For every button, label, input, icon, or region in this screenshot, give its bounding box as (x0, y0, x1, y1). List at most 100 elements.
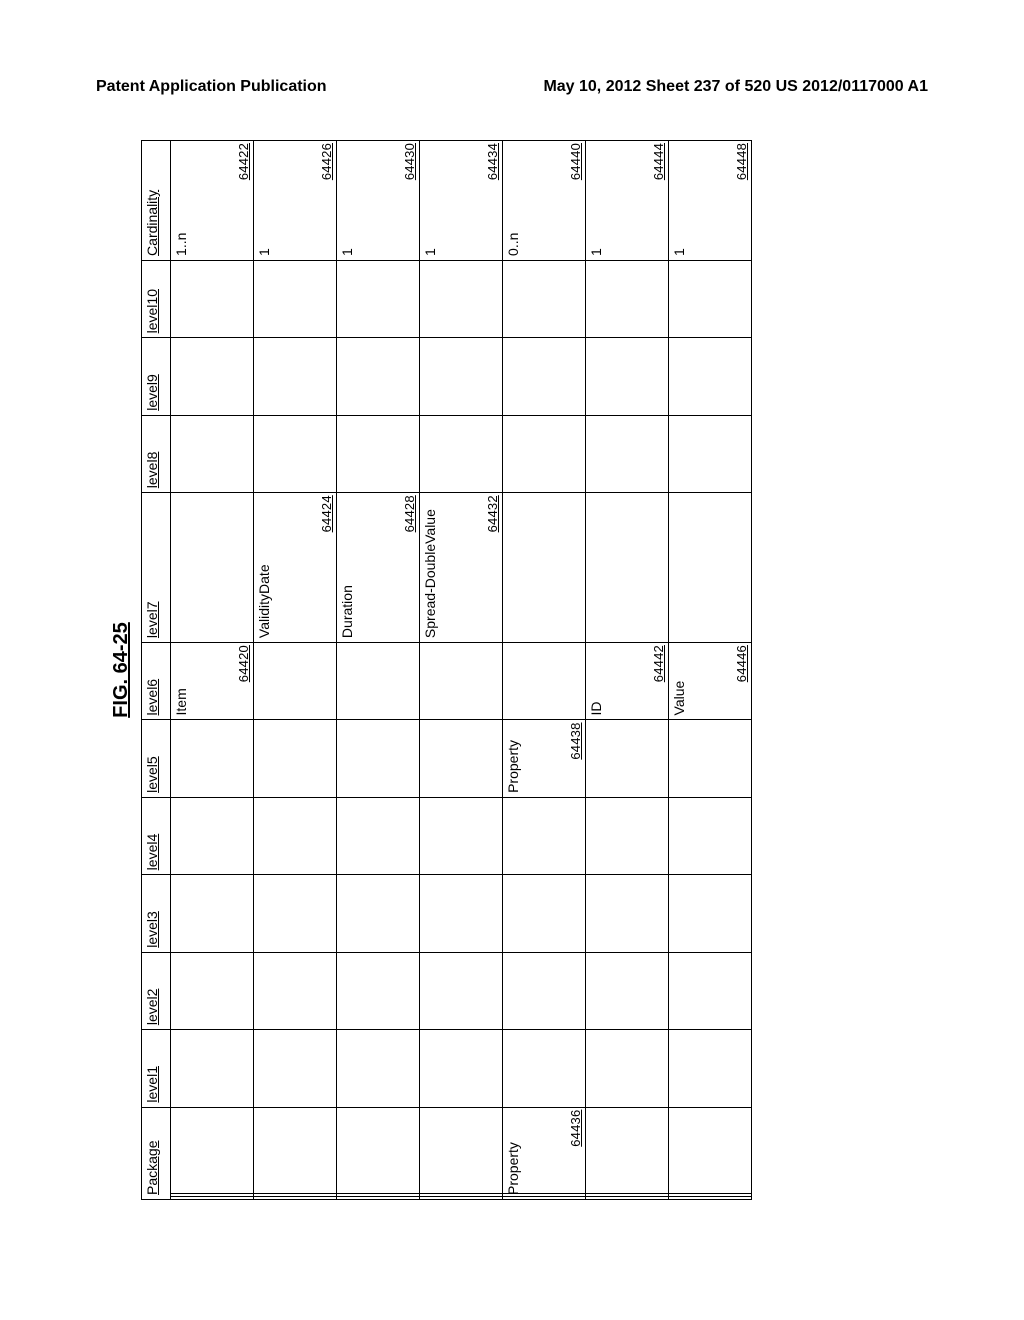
cell-level9 (420, 338, 503, 415)
cell-text: Value (672, 647, 687, 715)
cell-level1 (669, 1030, 752, 1107)
reference-number: 64438 (568, 722, 583, 759)
cell-level8 (669, 415, 752, 492)
cell-level7 (669, 493, 752, 643)
cell-level4 (171, 797, 254, 874)
cell-level2 (337, 952, 420, 1029)
cell-level6 (254, 643, 337, 720)
cell-level1 (586, 1030, 669, 1107)
cell-text: 1 (423, 145, 438, 256)
cell-text: 0..n (506, 145, 521, 256)
table-body: Item 64420 1..n 64422 ValidityDate 64424 1 6442… (171, 141, 752, 1200)
cell-level4 (503, 797, 586, 874)
cell-level3 (586, 875, 669, 952)
col-level9: level9 (142, 338, 171, 415)
col-package: Package (142, 1107, 171, 1199)
cell-level10 (420, 260, 503, 337)
cell-cardinality: 1 64434 (420, 141, 503, 261)
cell-level5 (254, 720, 337, 797)
cell-level7 (586, 493, 669, 643)
cell-level7: Spread-DoubleValue 64432 (420, 493, 503, 643)
cell-level9 (337, 338, 420, 415)
cell-text: 1 (257, 145, 272, 256)
publication-type: Patent Application Publication (96, 78, 327, 96)
table-header-row: Package level1 level2 level3 level4 leve… (142, 141, 171, 1200)
cell-level2 (586, 952, 669, 1029)
cell-package: Property 64436 (503, 1107, 586, 1199)
figure-title: FIG. 64-25 (110, 140, 133, 1200)
reference-number: 64426 (319, 143, 334, 180)
col-level4: level4 (142, 797, 171, 874)
cell-level3 (420, 875, 503, 952)
cell-level6: ID64442 (586, 643, 669, 720)
cell-level2 (254, 952, 337, 1029)
reference-number: 64448 (734, 143, 749, 180)
cell-level5: Property64438 (503, 720, 586, 797)
cell-level5 (586, 720, 669, 797)
cell-cardinality: 1..n 64422 (171, 141, 254, 261)
reference-number: 64446 (734, 645, 749, 682)
cell-level9 (503, 338, 586, 415)
cell-level4 (669, 797, 752, 874)
cell-text: Property (506, 1112, 521, 1195)
cell-text: ValidityDate (257, 497, 272, 638)
cell-level4 (586, 797, 669, 874)
cell-level9 (586, 338, 669, 415)
cell-level6: Item 64420 (171, 643, 254, 720)
cell-text: Duration (340, 497, 355, 638)
hierarchy-table: Package level1 level2 level3 level4 leve… (141, 140, 752, 1200)
cell-level9 (254, 338, 337, 415)
cell-level7 (503, 493, 586, 643)
cell-cardinality: 1 64444 (586, 141, 669, 261)
cell-text: Spread-DoubleValue (423, 497, 438, 638)
col-level8: level8 (142, 415, 171, 492)
col-level10: level10 (142, 260, 171, 337)
reference-number: 64436 (568, 1110, 583, 1147)
reference-number: 64430 (402, 143, 417, 180)
cell-level2 (420, 952, 503, 1029)
cell-level5 (669, 720, 752, 797)
cell-level1 (171, 1030, 254, 1107)
reference-number: 64428 (402, 495, 417, 532)
table-row: Property 64436 Property64438 0..n 64440 (503, 141, 586, 1200)
cell-level8 (503, 415, 586, 492)
cell-level6 (337, 643, 420, 720)
col-cardinality: Cardinality (142, 141, 171, 261)
cell-package (420, 1107, 503, 1199)
cell-level3 (337, 875, 420, 952)
col-level3: level3 (142, 875, 171, 952)
cell-package (669, 1107, 752, 1199)
reference-number: 64440 (568, 143, 583, 180)
cell-level3 (171, 875, 254, 952)
cell-level8 (254, 415, 337, 492)
cell-level4 (337, 797, 420, 874)
table-row: ValidityDate 64424 1 64426 (254, 141, 337, 1200)
reference-number: 64420 (236, 645, 251, 682)
page-header: Patent Application Publication May 10, 2… (0, 78, 1024, 96)
cell-text: Item (174, 647, 189, 715)
cell-level10 (586, 260, 669, 337)
cell-level4 (254, 797, 337, 874)
table-row: Item 64420 1..n 64422 (171, 141, 254, 1200)
cell-level5 (337, 720, 420, 797)
cell-level5 (171, 720, 254, 797)
cell-level4 (420, 797, 503, 874)
reference-number: 64432 (485, 495, 500, 532)
reference-number: 64424 (319, 495, 334, 532)
cell-level9 (669, 338, 752, 415)
cell-level8 (171, 415, 254, 492)
reference-number: 64434 (485, 143, 500, 180)
cell-level3 (503, 875, 586, 952)
cell-level1 (420, 1030, 503, 1107)
reference-number: 64422 (236, 143, 251, 180)
cell-text: 1..n (174, 145, 189, 256)
reference-number: 64444 (651, 143, 666, 180)
cell-level8 (420, 415, 503, 492)
col-level2: level2 (142, 952, 171, 1029)
reference-number: 64442 (651, 645, 666, 682)
cell-package (254, 1107, 337, 1199)
cell-level3 (254, 875, 337, 952)
table-row: Spread-DoubleValue 64432 1 64434 (420, 141, 503, 1200)
cell-text: 1 (589, 145, 604, 256)
cell-text: 1 (672, 145, 687, 256)
